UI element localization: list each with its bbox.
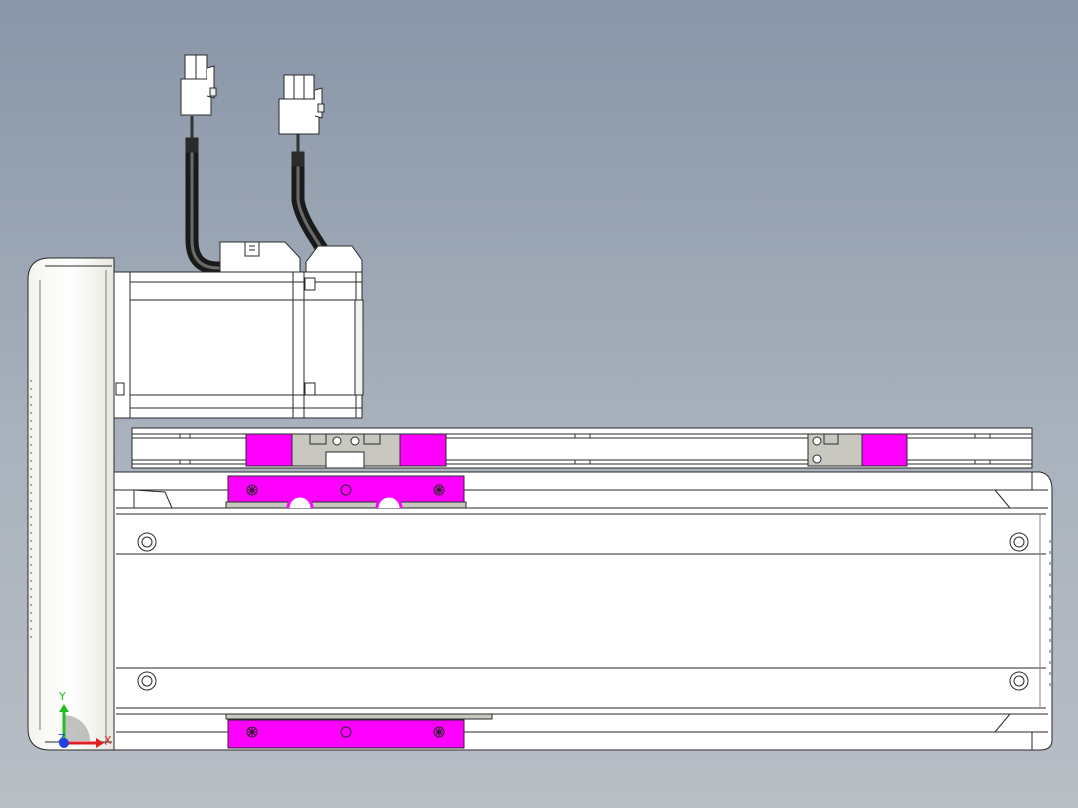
bolt-hole	[1009, 532, 1029, 552]
x-axis-label: X	[104, 734, 112, 747]
bolt-hole	[1009, 671, 1029, 691]
cad-viewport[interactable]: X Y Z	[0, 0, 1078, 808]
main-body	[113, 471, 1053, 751]
carriage-block	[245, 433, 447, 469]
top-mounting-plate	[225, 475, 467, 509]
bolt-hole	[137, 671, 157, 691]
cad-drawing: X Y Z	[27, 54, 1053, 751]
connector-2	[278, 74, 325, 135]
z-axis-label: Z	[58, 732, 66, 745]
connector-1	[180, 54, 217, 116]
y-axis-label: Y	[58, 690, 66, 703]
left-end-cap	[27, 257, 115, 751]
right-slider-block	[807, 433, 908, 467]
motor-housing	[111, 241, 364, 419]
bolt-hole	[137, 532, 157, 552]
motor-cable-2	[291, 134, 331, 259]
bottom-mounting-plate	[225, 713, 493, 749]
